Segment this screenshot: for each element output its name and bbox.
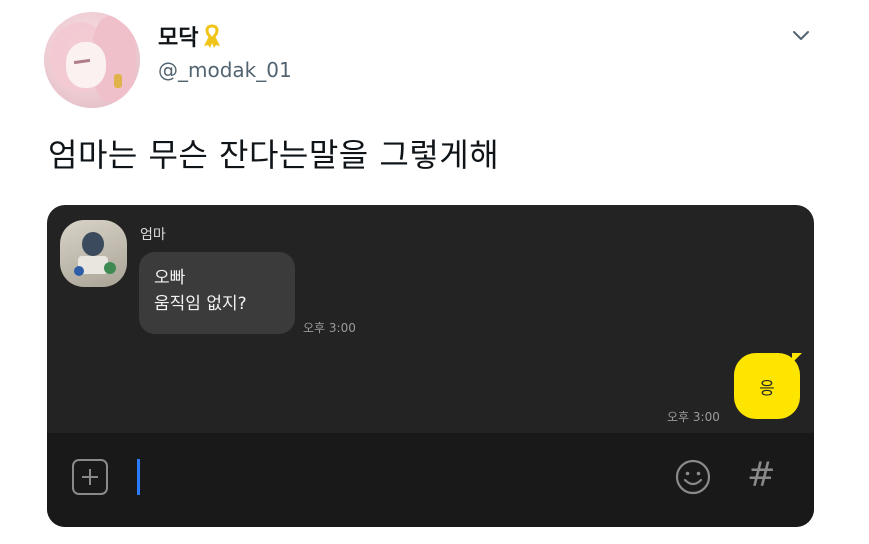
sender-avatar[interactable] [60, 220, 127, 287]
message-input[interactable] [143, 455, 663, 499]
message-text: 응 [759, 378, 775, 399]
avatar-face [66, 42, 106, 88]
message-line: 움직임 없지? [154, 294, 247, 314]
chevron-down-icon[interactable] [788, 22, 814, 48]
display-name-row[interactable]: 모닥 [158, 20, 222, 52]
message-timestamp: 오후 3:00 [303, 321, 356, 335]
message-timestamp: 오후 3:00 [667, 410, 720, 424]
avatar-earring [114, 74, 122, 88]
emoji-smile-icon[interactable] [674, 458, 712, 496]
sender-name: 엄마 [140, 227, 166, 243]
avatar-object [104, 262, 116, 274]
message-line: 오빠 [154, 268, 186, 288]
text-cursor [137, 459, 140, 495]
chat-screenshot[interactable]: 엄마 오빠 움직임 없지? 오후 3:00 응 오후 3:00 # [47, 205, 814, 527]
user-handle[interactable]: @_modak_01 [158, 58, 292, 82]
outgoing-message-bubble[interactable]: 응 [734, 353, 800, 419]
yellow-ribbon-icon [204, 24, 221, 48]
avatar-object [82, 232, 104, 256]
tweet-text: 엄마는 무슨 잔다는말을 그렇게해 [48, 136, 500, 174]
display-name[interactable]: 모닥 [158, 20, 198, 52]
profile-avatar[interactable] [44, 12, 140, 108]
hash-button[interactable]: # [747, 455, 776, 495]
incoming-message-bubble[interactable]: 오빠 움직임 없지? [139, 252, 295, 334]
avatar-object [74, 266, 84, 276]
plus-square-icon[interactable] [72, 459, 108, 495]
